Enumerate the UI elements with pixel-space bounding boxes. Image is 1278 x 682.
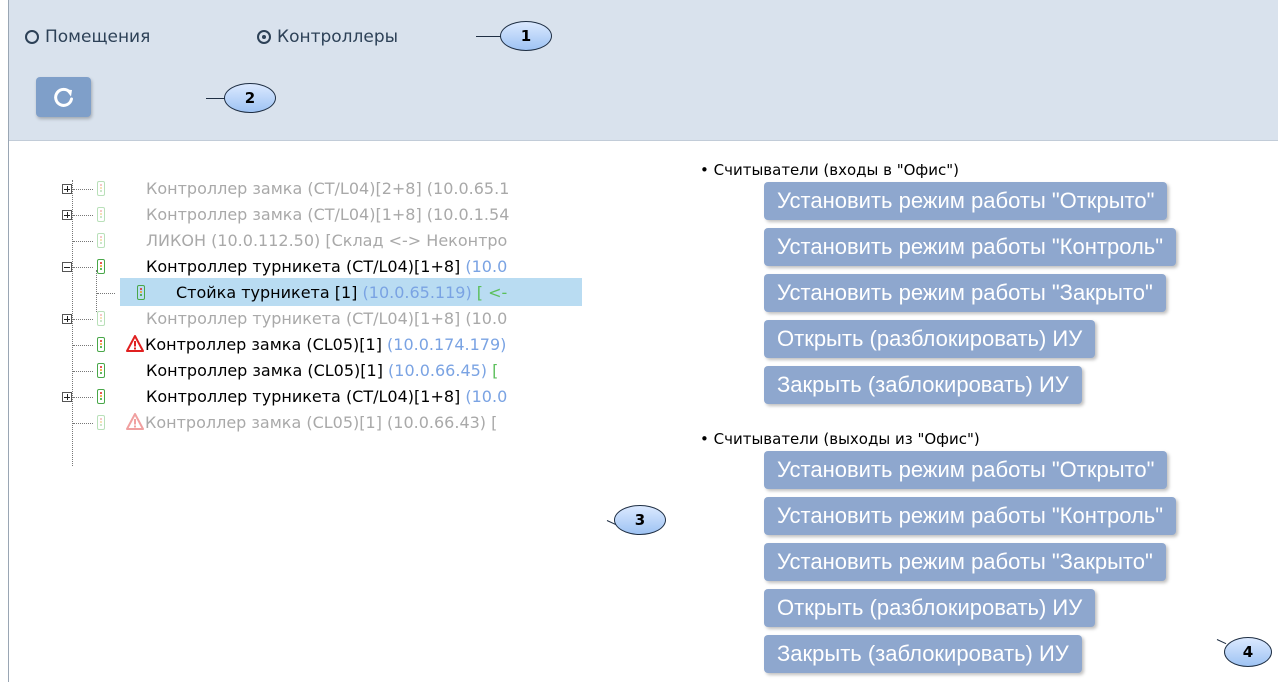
tree-connector	[73, 241, 93, 242]
tree-connector	[73, 215, 93, 216]
controller-icon	[97, 181, 105, 196]
node-label: Контроллер замка (CL05)[1] (10.0.66.43) …	[145, 413, 498, 432]
tree-node[interactable]: Контроллер турникета (CT/L04)[1+8] (10.0	[56, 254, 586, 280]
callout-1-leader	[476, 36, 502, 37]
node-label: Контроллер турникета (CT/L04)[1+8] (10.0	[146, 309, 508, 328]
controller-icon	[97, 363, 105, 378]
node-label: Контроллер замка (CL05)[1] (10.0.66.45) …	[146, 361, 499, 380]
tree-node[interactable]: Контроллер замка (CL05)[1] (10.0.174.179…	[56, 332, 586, 358]
tree-connector	[73, 345, 93, 346]
top-toolbar: Помещения Контроллеры	[9, 0, 1278, 141]
set-mode-open-button[interactable]: Установить режим работы "Открыто"	[764, 451, 1168, 489]
tree-connector	[73, 267, 93, 268]
tree-node[interactable]: ЛИКОН (10.0.112.50) [Склад <-> Неконтро	[56, 228, 586, 254]
tree-connector	[73, 423, 93, 424]
callout-2-leader	[206, 98, 226, 99]
controller-icon	[97, 311, 105, 326]
controller-icon	[97, 337, 105, 352]
controller-icon	[97, 389, 105, 404]
radio-circle-icon	[25, 30, 39, 44]
radio-rooms-label: Помещения	[45, 27, 151, 47]
unlock-device-button[interactable]: Открыть (разблокировать) ИУ	[764, 320, 1096, 358]
tree-connector	[73, 189, 93, 190]
tree-connector	[73, 397, 93, 398]
controller-icon	[97, 233, 105, 248]
callout-4: 4	[1224, 637, 1272, 667]
callout-3: 3	[614, 505, 666, 535]
collapse-icon[interactable]	[62, 262, 72, 272]
refresh-icon	[53, 87, 73, 107]
expand-icon[interactable]	[62, 184, 72, 194]
tree-node-selected[interactable]: Стойка турникета [1] (10.0.65.119) [ <-	[56, 278, 586, 306]
node-label: Контроллер замка (CT/L04)[2+8] (10.0.65.…	[146, 179, 510, 198]
expand-icon[interactable]	[62, 210, 72, 220]
expand-icon[interactable]	[62, 314, 72, 324]
controller-icon	[97, 259, 105, 274]
tree-node[interactable]: Контроллер замка (CL05)[1] (10.0.66.43) …	[56, 410, 586, 436]
node-label: Контроллер турникета (CT/L04)[1+8] (10.0	[146, 257, 508, 276]
lock-device-button[interactable]: Закрыть (заблокировать) ИУ	[764, 635, 1082, 673]
turnstile-icon	[137, 285, 145, 300]
controller-icon	[97, 415, 105, 430]
node-label: Контроллер замка (CL05)[1] (10.0.174.179…	[145, 335, 507, 354]
tree-node[interactable]: Контроллер турникета (CT/L04)[1+8] (10.0	[56, 306, 586, 332]
unlock-device-button[interactable]: Открыть (разблокировать) ИУ	[764, 589, 1096, 627]
callout-2: 2	[224, 83, 276, 113]
node-label: Контроллер замка (CT/L04)[1+8] (10.0.1.5…	[146, 205, 510, 224]
callout-1: 1	[500, 21, 552, 51]
radio-checked-icon	[257, 30, 271, 44]
set-mode-control-button[interactable]: Установить режим работы "Контроль"	[764, 497, 1177, 535]
set-mode-closed-button[interactable]: Установить режим работы "Закрыто"	[764, 543, 1166, 581]
set-mode-closed-button[interactable]: Установить режим работы "Закрыто"	[764, 274, 1166, 312]
tree-node[interactable]: Контроллер замка (CT/L04)[1+8] (10.0.1.5…	[56, 202, 586, 228]
set-mode-open-button[interactable]: Установить режим работы "Открыто"	[764, 182, 1168, 220]
tree-connector	[73, 319, 93, 320]
radio-rooms[interactable]: Помещения	[25, 27, 150, 47]
tree-node[interactable]: Контроллер турникета (CT/L04)[1+8] (10.0	[56, 384, 586, 410]
expand-icon[interactable]	[62, 392, 72, 402]
warning-icon	[126, 335, 144, 352]
set-mode-control-button[interactable]: Установить режим работы "Контроль"	[764, 228, 1177, 266]
node-label: Контроллер турникета (CT/L04)[1+8] (10.0	[146, 387, 508, 406]
warning-icon	[126, 413, 144, 430]
tree-connector	[97, 293, 115, 294]
section-title-exits: • Считыватели (выходы из "Офис")	[700, 430, 980, 448]
controller-icon	[97, 207, 105, 222]
node-label: Стойка турникета [1] (10.0.65.119) [ <-	[176, 283, 508, 302]
lock-device-button[interactable]: Закрыть (заблокировать) ИУ	[764, 366, 1082, 404]
tree-connector	[73, 371, 93, 372]
radio-controllers-label: Контроллеры	[277, 27, 399, 47]
tree-node[interactable]: Контроллер замка (CT/L04)[2+8] (10.0.65.…	[56, 176, 586, 202]
refresh-button[interactable]	[36, 77, 91, 117]
node-label: ЛИКОН (10.0.112.50) [Склад <-> Неконтро	[146, 231, 508, 250]
radio-controllers[interactable]: Контроллеры	[257, 27, 398, 47]
section-title-entries: • Считыватели (входы в "Офис")	[700, 161, 960, 179]
tree-node[interactable]: Контроллер замка (CL05)[1] (10.0.66.45) …	[56, 358, 586, 384]
